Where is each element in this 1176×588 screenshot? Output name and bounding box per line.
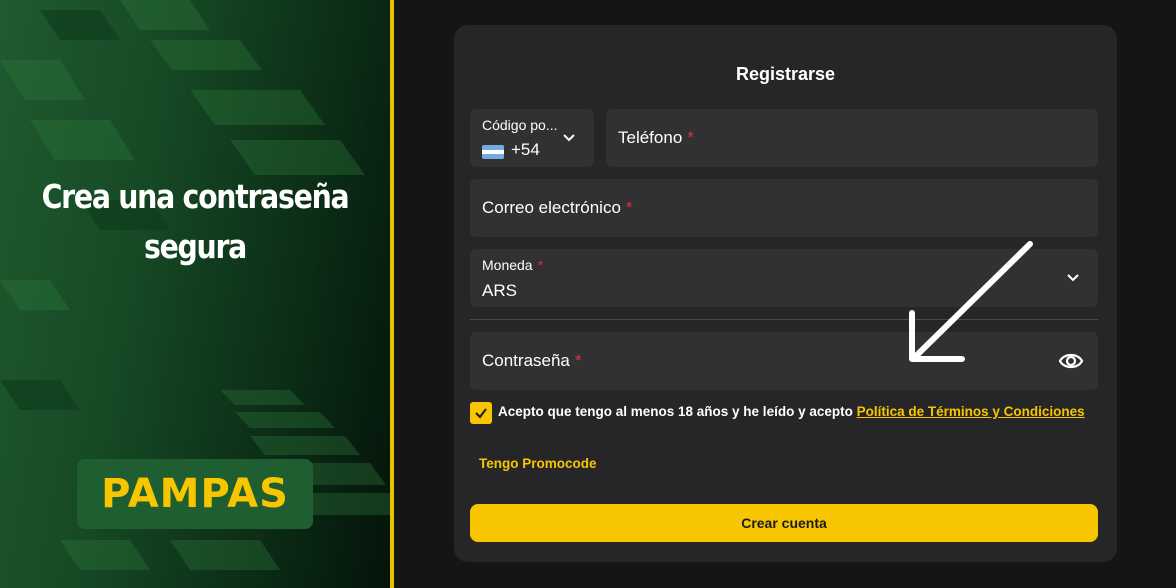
promo-panel: Crea una contraseña segura PAMPAS: [0, 0, 390, 588]
registration-card: Registrarse Código po... +54 Teléfono * C…: [454, 25, 1117, 562]
promocode-link[interactable]: Tengo Promocode: [479, 456, 597, 471]
terms-link[interactable]: Política de Términos y Condiciones: [857, 404, 1085, 419]
pampas-logo: PAMPAS: [77, 459, 313, 529]
email-label: Correo electrónico: [482, 198, 621, 217]
chevron-down-icon: [563, 134, 575, 142]
logo-text: PAMPAS: [101, 471, 289, 517]
currency-select[interactable]: Moneda * ARS: [470, 249, 1098, 307]
check-icon: [475, 408, 487, 419]
email-field[interactable]: Correo electrónico *: [470, 179, 1098, 237]
phone-label: Teléfono: [618, 128, 683, 147]
form-title: Registrarse: [735, 64, 836, 84]
currency-label: Moneda: [482, 257, 533, 273]
chevron-down-icon: [1067, 274, 1079, 282]
country-code-value: +54: [511, 140, 540, 159]
required-mark: *: [574, 351, 582, 370]
eye-icon[interactable]: [1058, 350, 1084, 372]
create-account-button[interactable]: Crear cuenta: [470, 504, 1098, 542]
phone-field[interactable]: Teléfono *: [606, 109, 1098, 167]
argentina-flag-icon: [482, 145, 504, 159]
password-label: Contraseña: [482, 351, 570, 370]
required-mark: *: [687, 128, 694, 147]
terms-checkbox[interactable]: [470, 402, 492, 424]
country-code-select[interactable]: Código po... +54: [470, 109, 594, 167]
required-mark: *: [625, 198, 633, 217]
currency-value: ARS: [482, 281, 517, 300]
section-divider: [470, 319, 1098, 320]
required-mark: *: [537, 257, 544, 273]
terms-label: Acepto que tengo al menos 18 años y he l…: [498, 404, 853, 419]
password-field[interactable]: Contraseña *: [470, 332, 1098, 390]
country-code-label: Código po...: [482, 117, 558, 133]
promo-title: Crea una contraseña segura: [41, 177, 350, 266]
panel-divider: [390, 0, 394, 588]
terms-text: Acepto que tengo al menos 18 años y he l…: [498, 404, 1085, 419]
